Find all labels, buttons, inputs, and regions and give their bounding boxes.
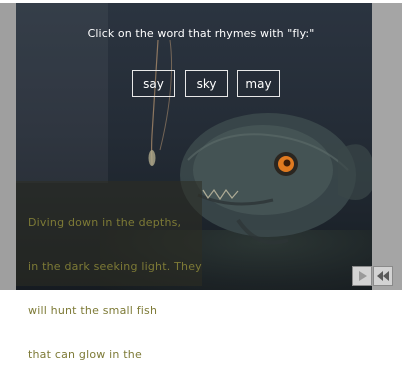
rewind-icon (377, 271, 389, 281)
story-line: that can glow in the (28, 348, 142, 361)
choice-button-sky[interactable]: sky (185, 70, 228, 97)
anglerfish-illustration (178, 90, 378, 265)
choice-button-say[interactable]: say (132, 70, 175, 97)
story-line: will hunt the small fish (28, 304, 158, 317)
story-line: in the dark seeking light. They (28, 260, 202, 273)
quiz-prompt: Click on the word that rhymes with "fly:… (87, 27, 315, 40)
anglerfish-icon (180, 113, 376, 245)
rewind-button[interactable] (373, 266, 393, 286)
play-button[interactable] (352, 266, 372, 286)
right-side-panel (372, 3, 402, 290)
left-side-panel (0, 3, 16, 290)
play-icon (359, 271, 367, 281)
story-line: Diving down in the depths, (28, 216, 182, 229)
story-text: Diving down in the depths, in the dark s… (28, 190, 206, 388)
choice-button-may[interactable]: may (237, 70, 280, 97)
